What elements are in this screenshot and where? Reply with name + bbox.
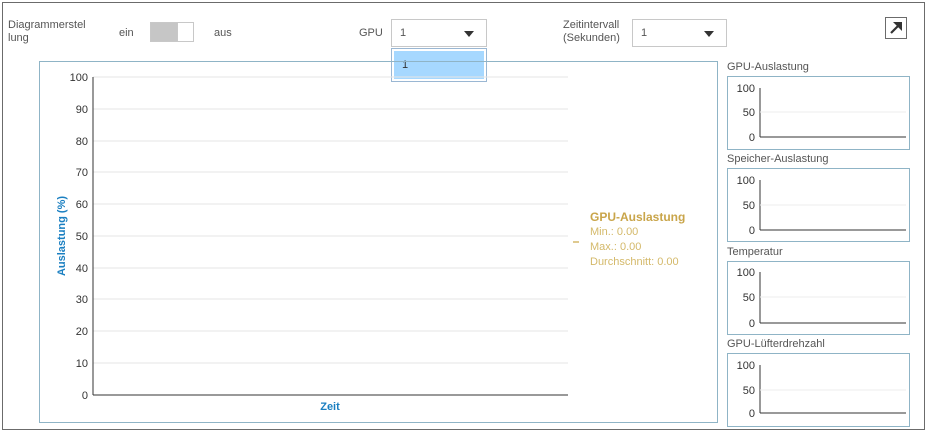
y-tick-label: 20 — [76, 326, 88, 338]
mini-chart-title-fan-speed: GPU-Lüfterdrehzahl — [727, 338, 825, 350]
legend-title: GPU-Auslastung — [590, 210, 686, 224]
y-tick-label: 50 — [76, 231, 88, 243]
y-tick-label: 0 — [82, 390, 88, 402]
mini-chart-title-temperature: Temperatur — [727, 246, 783, 258]
main-y-axis-label: Auslastung (%) — [56, 196, 68, 276]
main-y-tick-labels: 100 90 80 70 60 50 40 30 20 10 0 — [70, 72, 88, 402]
mini-chart-gpu-usage — [727, 76, 910, 150]
y-tick-label: 70 — [76, 167, 88, 179]
y-tick-label: 30 — [76, 294, 88, 306]
y-tick-label: 60 — [76, 199, 88, 211]
main-chart-legend: GPU-Auslastung Min.: 0.00 Max.: 0.00 Dur… — [590, 210, 685, 270]
y-tick-label: 80 — [76, 136, 88, 148]
main-chart-gridlines — [93, 76, 568, 364]
mini-chart-temperature — [727, 261, 910, 335]
y-tick-label: 100 — [70, 72, 88, 84]
mini-chart-title-gpu-usage: GPU-Auslastung — [727, 61, 809, 73]
y-tick-label: 10 — [76, 358, 88, 370]
mini-chart-fan-speed — [727, 353, 910, 427]
legend-max: Max.: 0.00 — [590, 241, 642, 253]
mini-chart-memory-usage — [727, 168, 910, 242]
y-tick-label: 40 — [76, 263, 88, 275]
mini-chart-title-memory-usage: Speicher-Auslastung — [727, 153, 829, 165]
legend-min: Min.: 0.00 — [590, 226, 639, 238]
y-tick-label: 90 — [76, 104, 88, 116]
legend-avg: Durchschnitt: 0.00 — [590, 256, 679, 268]
main-x-axis-label: Zeit — [320, 401, 340, 413]
